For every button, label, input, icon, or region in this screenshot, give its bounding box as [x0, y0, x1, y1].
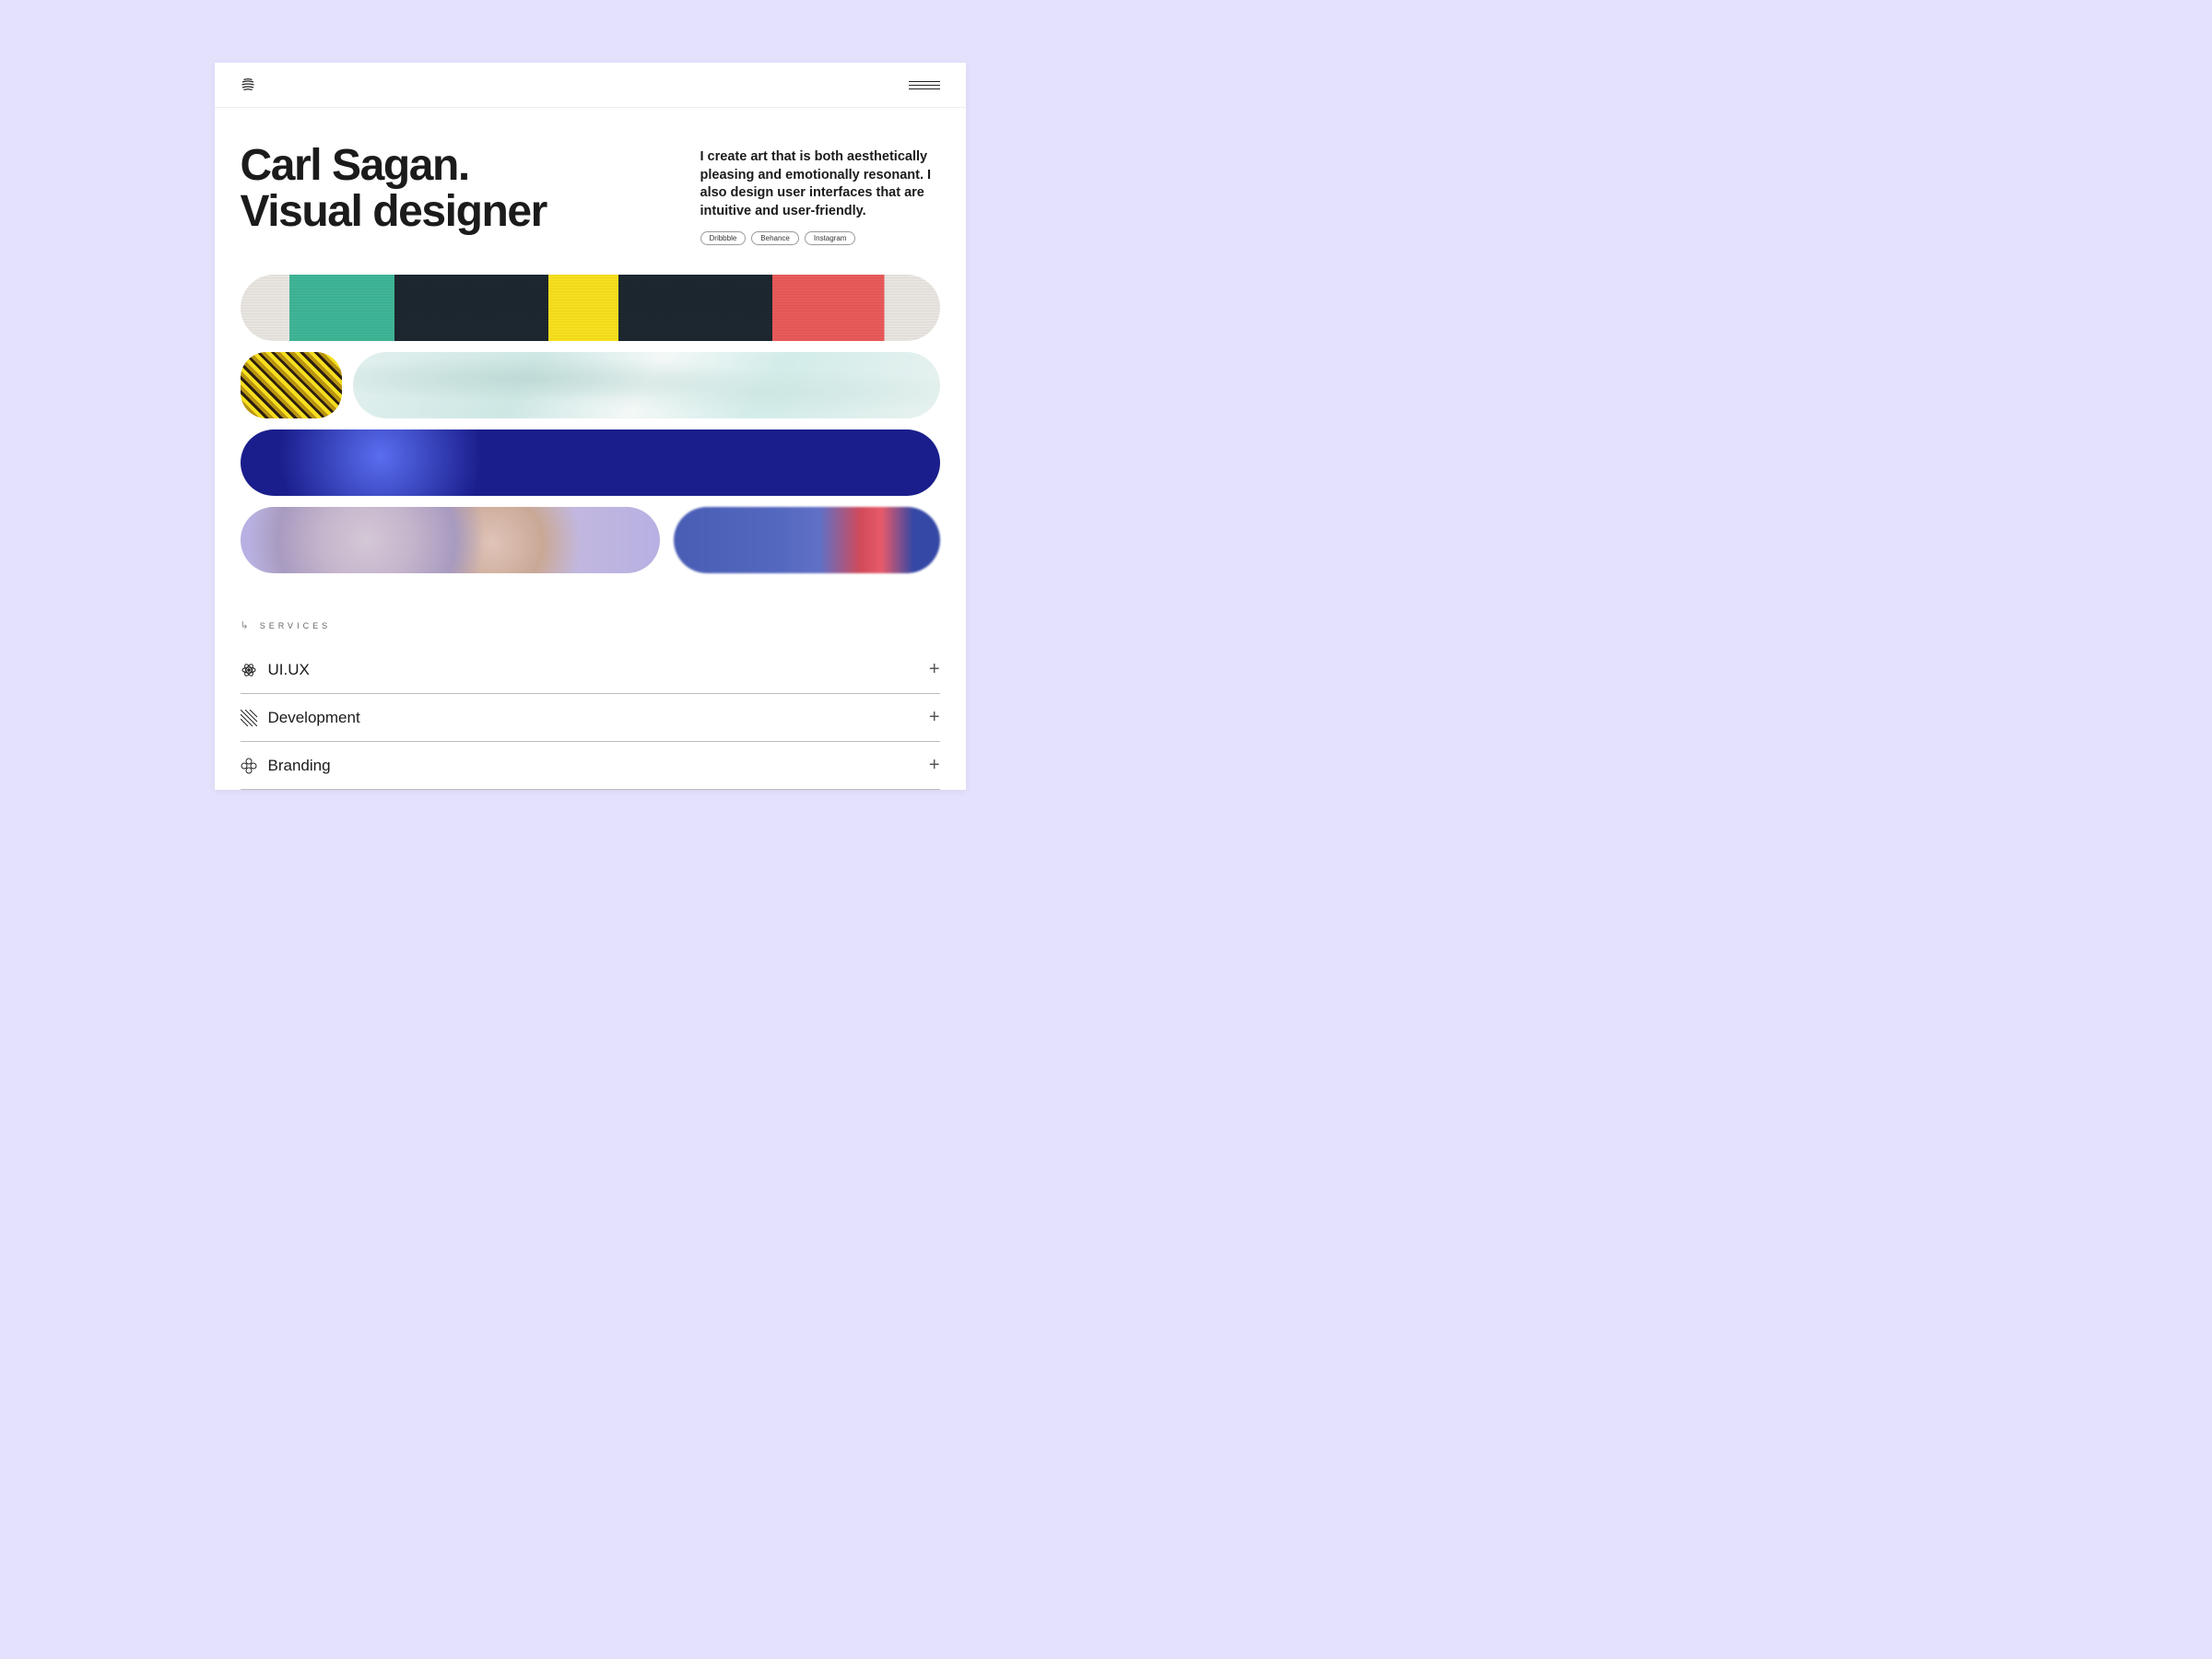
services-heading-text: SERVICES [260, 621, 331, 630]
flower-icon [241, 758, 257, 774]
menu-icon[interactable] [909, 81, 940, 89]
arrow-icon: ↳ [241, 619, 253, 631]
portfolio-page: Carl Sagan. Visual designer I create art… [215, 63, 966, 790]
texture-icon [241, 710, 257, 726]
services-list: UI.UX + Development + [215, 646, 966, 790]
social-instagram[interactable]: Instagram [805, 231, 856, 245]
artwork-tile-3[interactable] [353, 352, 940, 418]
service-title: Branding [268, 757, 331, 775]
logo-icon[interactable] [241, 77, 255, 92]
artwork-tile-5[interactable] [241, 507, 660, 573]
service-title: UI.UX [268, 661, 310, 679]
service-uiux[interactable]: UI.UX + [241, 646, 940, 694]
artwork-tile-1[interactable] [241, 275, 940, 341]
atom-icon [241, 662, 257, 678]
hero: Carl Sagan. Visual designer I create art… [215, 108, 966, 267]
artwork-tile-6[interactable] [674, 507, 939, 573]
social-behance[interactable]: Behance [751, 231, 799, 245]
topbar [215, 63, 966, 108]
hero-right: I create art that is both aesthetically … [700, 143, 940, 245]
artwork-tile-2[interactable] [241, 352, 342, 418]
artwork-tile-4[interactable] [241, 429, 940, 496]
social-links: Dribbble Behance Instagram [700, 231, 940, 245]
plus-icon: + [929, 707, 940, 728]
gallery [215, 267, 966, 582]
plus-icon: + [929, 659, 940, 680]
social-dribbble[interactable]: Dribbble [700, 231, 747, 245]
plus-icon: + [929, 755, 940, 776]
service-branding[interactable]: Branding + [241, 742, 940, 790]
hero-description: I create art that is both aesthetically … [700, 148, 940, 220]
service-development[interactable]: Development + [241, 694, 940, 742]
service-title: Development [268, 709, 360, 727]
page-title: Carl Sagan. Visual designer [241, 143, 664, 245]
services-heading: ↳ SERVICES [215, 582, 966, 646]
